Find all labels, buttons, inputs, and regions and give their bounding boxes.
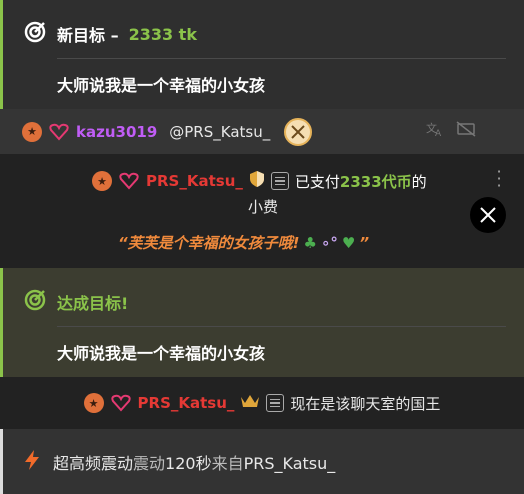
username-link[interactable]: kazu3019 — [76, 123, 157, 141]
vibe-username: PRS_Katsu_ — [243, 453, 336, 473]
new-goal-card: 新目标 – 2333 tk 大师说我是一个幸福的小女孩 — [0, 0, 524, 109]
shield-icon — [249, 170, 265, 192]
tip-message: ★ PRS_Katsu_ 已支付2333代币的 小费 “芙芙是个幸福的女孩子哦!… — [0, 154, 524, 268]
star-badge-icon: ★ — [83, 393, 104, 413]
goal-title: 新目标 – — [57, 26, 119, 45]
mention-text: @PRS_Katsu_ — [169, 122, 271, 141]
message-icon — [266, 394, 285, 412]
clover-icon: ♣ — [303, 233, 317, 252]
more-options-icon[interactable]: · · · — [496, 164, 502, 194]
vibe-duration-label: 震动 — [133, 453, 166, 473]
king-text: 现在是该聊天室的国王 — [290, 394, 441, 413]
tip-amount: 2333代币 — [339, 172, 412, 191]
vibe-seconds: 120秒 — [165, 453, 212, 473]
diamond-heart-icon — [118, 171, 140, 191]
username-link[interactable]: PRS_Katsu_ — [146, 172, 243, 190]
tip-line: ★ PRS_Katsu_ 已支付2333代币的 — [92, 170, 427, 192]
quote-end: ” — [359, 233, 369, 252]
tip-quote: “芙芙是个幸福的女孩子哦! ♣ ∘° ♥ ” — [118, 232, 369, 253]
diamond-heart-icon — [110, 393, 132, 413]
bubbles-icon: ∘° — [320, 233, 338, 252]
tip-menu-icon — [270, 172, 289, 190]
star-badge-icon: ★ — [22, 121, 42, 142]
crown-icon — [240, 393, 260, 413]
goal-reached-title: 达成目标! — [57, 294, 129, 313]
vibe-level: 超高频震动 — [53, 453, 134, 473]
tip-noun: 小费 — [248, 198, 279, 216]
target-icon — [23, 20, 47, 48]
x-share-button[interactable] — [470, 197, 506, 233]
lightning-icon — [23, 449, 41, 475]
username-link[interactable]: PRS_Katsu_ — [138, 394, 235, 412]
quote-text: “芙芙是个幸福的女孩子哦! — [118, 234, 300, 252]
goal-header: 新目标 – 2333 tk — [23, 20, 197, 48]
vibration-message: 超高频震动震动120秒来自PRS_Katsu_ — [0, 429, 524, 494]
svg-text:A: A — [435, 129, 442, 137]
goal-description: 大师说我是一个幸福的小女孩 — [57, 76, 266, 95]
tip-paid-label: 已支付 — [294, 172, 340, 191]
green-heart-icon: ♥ — [341, 233, 356, 252]
tip-suffix: 的 — [411, 172, 427, 191]
goal-amount: 2333 tk — [128, 24, 197, 44]
divider — [57, 326, 506, 327]
vibe-from: 来自 — [211, 453, 244, 473]
star-badge-icon: ★ — [92, 171, 112, 191]
hide-message-icon[interactable] — [456, 121, 476, 141]
divider — [57, 58, 506, 59]
goal-header: 达成目标! — [23, 288, 128, 316]
king-message: ★ PRS_Katsu_ 现在是该聊天室的国王 — [0, 377, 524, 429]
mention-message: ★ kazu3019 @PRS_Katsu_ 文A — [0, 109, 524, 154]
goal-description: 大师说我是一个幸福的小女孩 — [57, 344, 266, 363]
translate-icon[interactable]: 文A — [426, 121, 444, 141]
diamond-heart-icon — [48, 122, 70, 142]
target-icon — [23, 288, 47, 316]
avatar[interactable] — [284, 117, 313, 146]
goal-reached-card: 达成目标! 大师说我是一个幸福的小女孩 — [0, 268, 524, 377]
